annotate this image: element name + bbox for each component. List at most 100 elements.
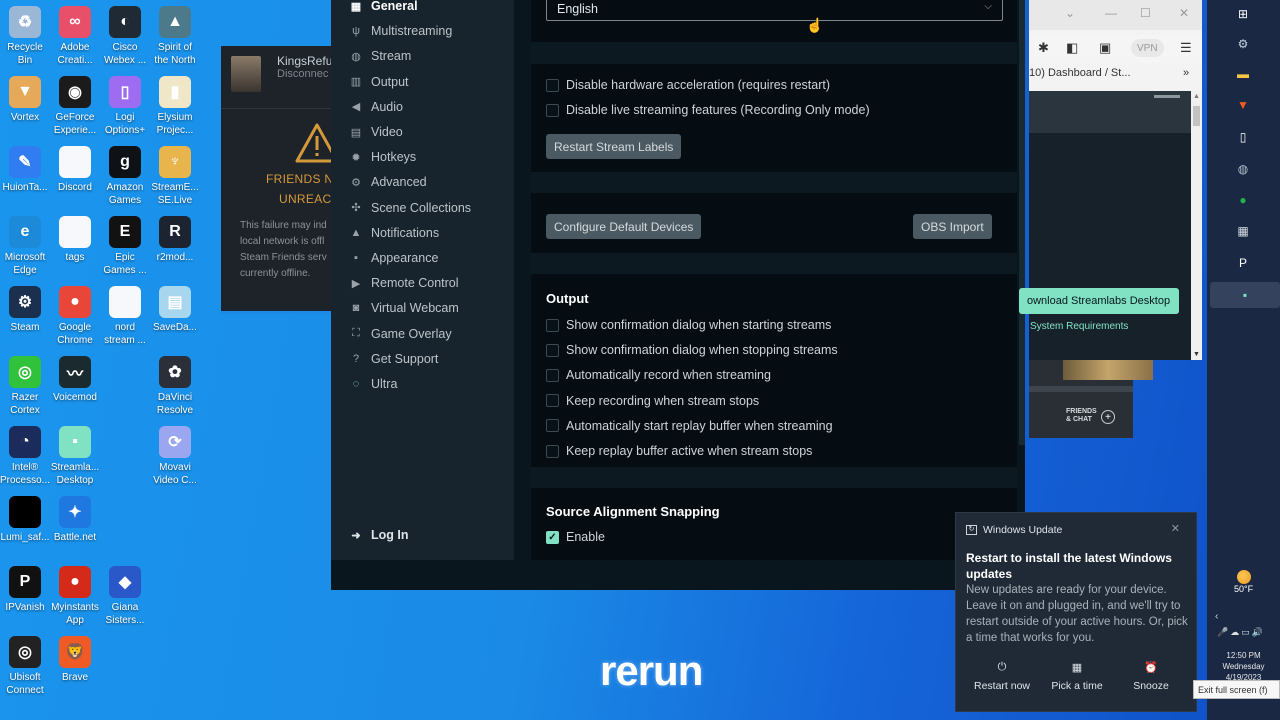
- scroll-up-icon[interactable]: ▲: [1193, 93, 1200, 100]
- sidebar-item-stream[interactable]: ◍ Stream: [349, 46, 411, 66]
- sidebar-item-advanced[interactable]: ⚙ Advanced: [349, 172, 427, 192]
- desktop-shortcut[interactable]: tags: [50, 216, 100, 264]
- desktop-shortcut[interactable]: ⟳ Movavi Video C...: [150, 426, 200, 487]
- desktop-shortcut[interactable]: Rr2mod...: [150, 216, 200, 264]
- desktop-shortcut[interactable]: 🦁 Brave: [50, 636, 100, 684]
- download-streamlabs-button[interactable]: ownload Streamlabs Desktop: [1019, 288, 1179, 314]
- brave-taskbar-icon[interactable]: ▼: [1234, 96, 1252, 114]
- output-option-checkbox[interactable]: [546, 343, 559, 357]
- desktop-shortcut[interactable]: ⚙ Steam: [0, 286, 50, 334]
- login-button[interactable]: ➜ Log In: [349, 525, 408, 545]
- friend-avatar[interactable]: [231, 56, 261, 92]
- sidebar-item-output[interactable]: ▥ Output: [349, 72, 409, 92]
- sidebar-item-scene-collections[interactable]: ✣ Scene Collections: [349, 198, 471, 218]
- desktop-shortcut[interactable]: ▼ Vortex: [0, 76, 50, 124]
- weather-icon[interactable]: [1237, 570, 1251, 584]
- windows-start-icon[interactable]: ⊞: [1234, 5, 1252, 23]
- sidebar-item-audio[interactable]: ◀ Audio: [349, 97, 403, 117]
- menu-bar-icon[interactable]: [1154, 95, 1180, 98]
- desktop-shortcut[interactable]: ◐ Cisco Webex ...: [100, 6, 150, 67]
- output-option-checkbox[interactable]: [546, 368, 559, 382]
- system-requirements-link[interactable]: System Requirements: [1030, 321, 1128, 332]
- maximize-icon[interactable]: ☐: [1140, 6, 1151, 20]
- output-option-row[interactable]: Automatically start replay buffer when s…: [546, 419, 833, 433]
- volume-icon[interactable]: 🔊: [1252, 627, 1265, 637]
- desktop-shortcut[interactable]: ▲ Spirit of the North: [150, 6, 200, 67]
- scroll-down-icon[interactable]: ▼: [1193, 351, 1200, 358]
- more-bookmarks-icon[interactable]: »: [1183, 67, 1189, 79]
- sidebar-item-video[interactable]: ▤ Video: [349, 122, 403, 142]
- bookmark-tab-title[interactable]: 10) Dashboard / St...: [1029, 67, 1131, 79]
- desktop-shortcut[interactable]: Lumi_saf...: [0, 496, 50, 544]
- desktop-shortcut[interactable]: ◆ Giana Sisters...: [100, 566, 150, 627]
- hw-accel-checkbox-row[interactable]: Disable hardware acceleration (requires …: [546, 78, 830, 92]
- output-option-row[interactable]: Keep recording when stream stops: [546, 394, 759, 408]
- steam-taskbar-icon[interactable]: ⚙: [1234, 35, 1252, 53]
- network-app-icon[interactable]: ▦: [1234, 222, 1252, 240]
- game-thumbnail[interactable]: [1063, 360, 1153, 380]
- output-option-row[interactable]: Keep replay buffer active when stream st…: [546, 444, 812, 458]
- desktop-shortcut[interactable]: ◎ Ubisoft Connect: [0, 636, 50, 697]
- scroll-thumb[interactable]: [1193, 106, 1200, 126]
- desktop-shortcut[interactable]: 〰 Voicemod: [50, 356, 100, 404]
- sidebar-item-game-overlay[interactable]: ⛶ Game Overlay: [349, 324, 451, 344]
- desktop-shortcut[interactable]: e Microsoft Edge: [0, 216, 50, 277]
- desktop-shortcut[interactable]: ✿ DaVinci Resolve: [150, 356, 200, 417]
- network-alert-icon[interactable]: ☁: [1230, 627, 1241, 637]
- tab-search-icon[interactable]: ⌄: [1065, 6, 1075, 20]
- show-hidden-icons[interactable]: ‹: [1215, 611, 1218, 622]
- snapping-enable-row[interactable]: ✓ Enable: [546, 530, 605, 544]
- desktop-shortcut[interactable]: ◎ Razer Cortex: [0, 356, 50, 417]
- desktop-shortcut[interactable]: ◔ Intel® Processo...: [0, 426, 50, 487]
- toast-action-pick-a-time[interactable]: ▦ Pick a time: [1037, 661, 1117, 692]
- sidebar-icon[interactable]: ◧: [1066, 40, 1078, 56]
- obs-icon[interactable]: ◍: [1234, 160, 1252, 178]
- sidebar-item-hotkeys[interactable]: ✹ Hotkeys: [349, 147, 416, 167]
- settings-scrollbar[interactable]: [1019, 0, 1025, 445]
- sidebar-item-get-support[interactable]: ? Get Support: [349, 349, 438, 369]
- toast-action-snooze[interactable]: ⏰ Snooze: [1111, 661, 1191, 692]
- menu-icon[interactable]: ☰: [1180, 40, 1192, 56]
- close-icon[interactable]: ✕: [1171, 522, 1180, 535]
- close-icon[interactable]: ✕: [1179, 6, 1189, 20]
- output-option-checkbox[interactable]: [546, 318, 559, 332]
- sidebar-item-multistreaming[interactable]: ψ Multistreaming: [349, 21, 452, 41]
- output-option-row[interactable]: Show confirmation dialog when stopping s…: [546, 343, 838, 357]
- desktop-shortcut[interactable]: ● Google Chrome: [50, 286, 100, 347]
- desktop-shortcut[interactable]: ◉ GeForce Experie...: [50, 76, 100, 137]
- clock[interactable]: 12:50 PM Wednesday 4/19/2023: [1207, 650, 1280, 683]
- toast-action-restart-now[interactable]: ⏻ Restart now: [962, 661, 1042, 692]
- desktop-shortcut[interactable]: ♆ StreamE... SE.Live: [150, 146, 200, 207]
- sidebar-item-appearance[interactable]: ▪ Appearance: [349, 248, 438, 268]
- desktop-shortcut[interactable]: ▤ SaveDa...: [150, 286, 200, 334]
- wallet-icon[interactable]: ▣: [1099, 40, 1111, 56]
- desktop-shortcut[interactable]: ∞ Adobe Creati...: [50, 6, 100, 67]
- add-friend-icon[interactable]: +: [1101, 410, 1115, 424]
- output-option-checkbox[interactable]: [546, 394, 559, 408]
- desktop-shortcut[interactable]: ▪ Streamla... Desktop: [50, 426, 100, 487]
- hw-accel-checkbox[interactable]: [546, 78, 559, 92]
- output-option-checkbox[interactable]: [546, 444, 559, 458]
- display-icon[interactable]: ▭: [1241, 627, 1252, 637]
- snapping-enable-checkbox[interactable]: ✓: [546, 530, 559, 544]
- desktop-shortcut[interactable]: ▮ Elysium Projec...: [150, 76, 200, 137]
- friends-chat-label[interactable]: FRIENDS & CHAT: [1066, 408, 1097, 424]
- extensions-icon[interactable]: ✱: [1038, 40, 1049, 56]
- output-option-checkbox[interactable]: [546, 419, 559, 433]
- temperature[interactable]: 50°F: [1234, 584, 1253, 594]
- notepad-icon[interactable]: ▯: [1234, 128, 1252, 146]
- restart-stream-labels-button[interactable]: Restart Stream Labels: [546, 134, 682, 159]
- output-option-row[interactable]: Automatically record when streaming: [546, 368, 771, 382]
- output-option-row[interactable]: Show confirmation dialog when starting s…: [546, 318, 831, 332]
- minimize-icon[interactable]: —: [1105, 6, 1117, 20]
- disable-live-checkbox[interactable]: [546, 103, 559, 117]
- disable-live-checkbox-row[interactable]: Disable live streaming features (Recordi…: [546, 103, 870, 117]
- desktop-shortcut[interactable]: ♻ Recycle Bin: [0, 6, 50, 67]
- vpn-button[interactable]: VPN: [1131, 39, 1164, 57]
- microphone-icon[interactable]: 🎤: [1217, 627, 1230, 637]
- sidebar-item-virtual-webcam[interactable]: ◙ Virtual Webcam: [349, 298, 459, 318]
- sidebar-item-general[interactable]: ▦ General: [349, 0, 418, 16]
- language-select[interactable]: English ⌵: [546, 0, 1003, 21]
- file-explorer-icon[interactable]: ▬: [1234, 65, 1252, 83]
- desktop-shortcut[interactable]: E Epic Games ...: [100, 216, 150, 277]
